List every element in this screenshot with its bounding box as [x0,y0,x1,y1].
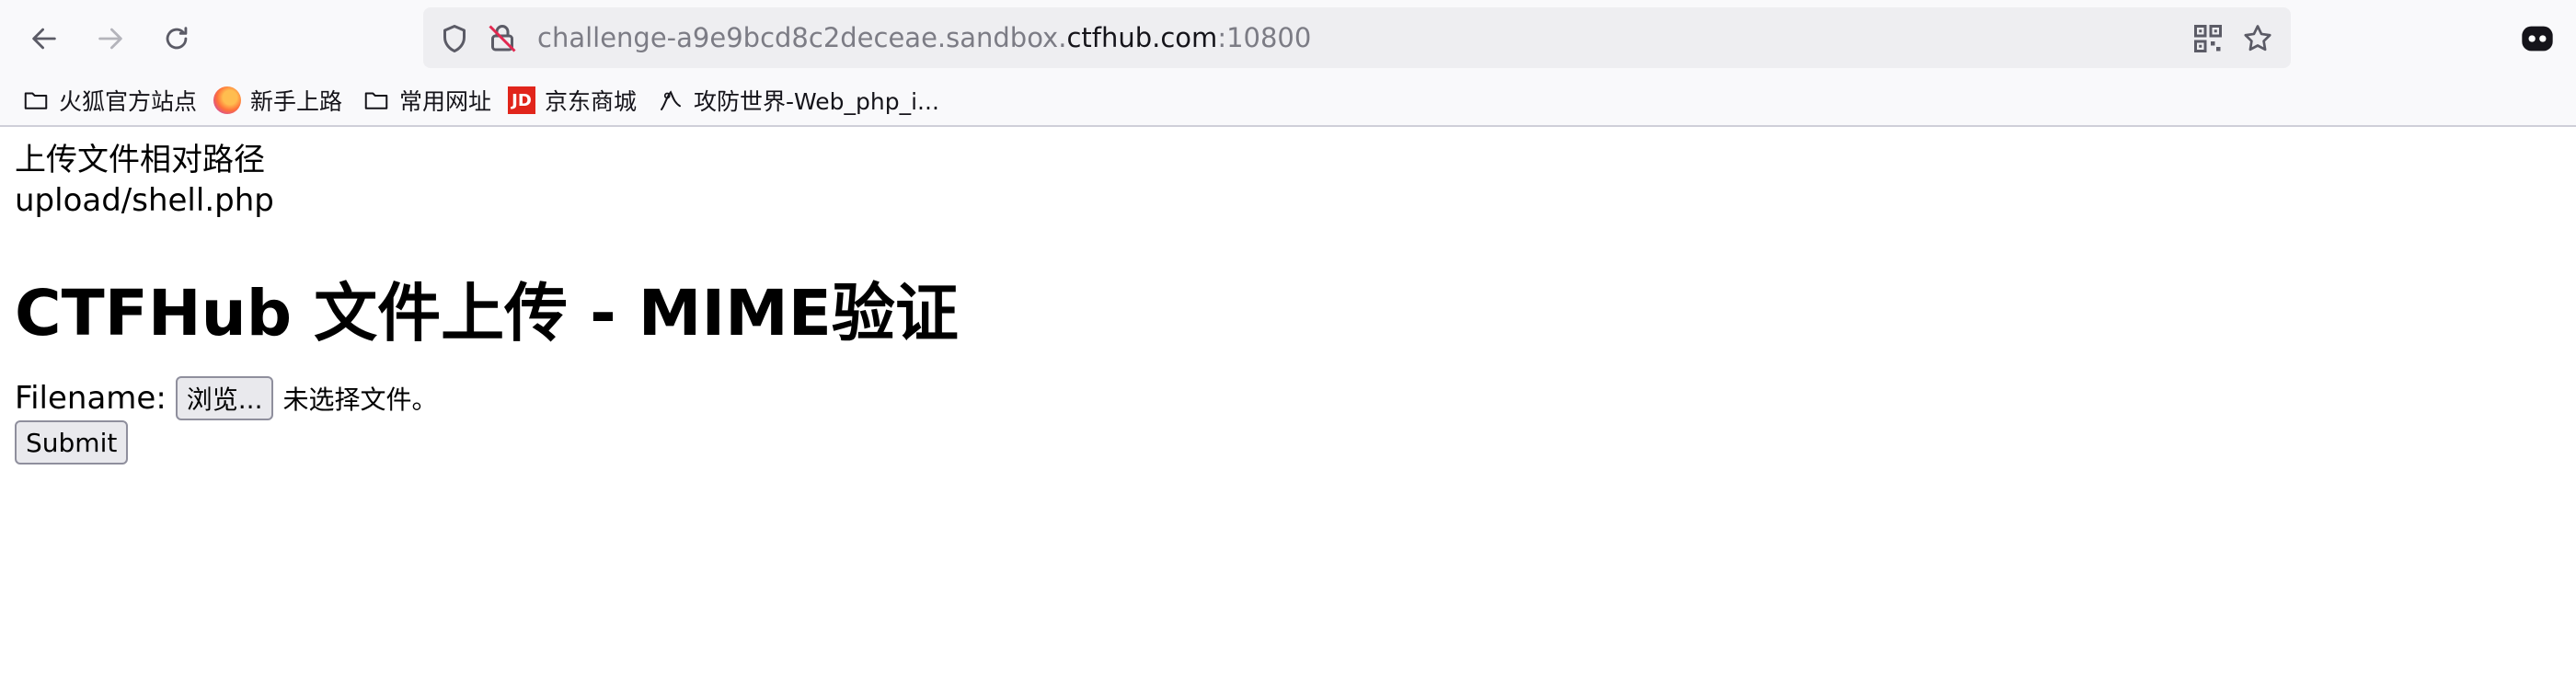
forward-button[interactable] [88,17,132,61]
arrow-right-icon [98,28,122,50]
path-value: upload/shell.php [15,182,274,219]
folder-icon [22,86,50,114]
bookmarks-bar: 火狐官方站点 新手上路 常用网址 JD 京东商城 攻防世界-Web_php_i.… [0,75,2576,127]
bookmark-jd[interactable]: JD 京东商城 [508,75,637,125]
folder-icon [362,86,390,114]
insecure-lock-icon[interactable] [486,22,519,55]
bookmark-folder-common[interactable]: 常用网址 [362,75,491,125]
url-prefix: challenge-a9e9bcd8c2deceae.sandbox. [537,22,1067,53]
bookmark-label: 新手上路 [250,88,343,115]
firefox-icon [213,86,241,114]
bookmark-adworld[interactable]: 攻防世界-Web_php_i... [657,75,939,125]
bookmark-label: 火狐官方站点 [59,88,198,115]
bookmark-icon [657,86,684,114]
reload-button[interactable] [155,17,199,61]
upload-form-row: Filename: 浏览... 未选择文件。 [15,376,438,420]
bookmark-label: 攻防世界-Web_php_i... [694,88,939,115]
arrow-left-icon [32,28,56,50]
reload-icon [166,27,188,50]
page-title: CTFHub 文件上传 - MIME验证 [15,277,959,350]
star-icon[interactable] [2241,22,2274,55]
page-content: 上传文件相对路径 upload/shell.php CTFHub 文件上传 - … [15,140,959,465]
url-host: ctfhub.com [1066,22,1218,53]
url-port: :10800 [1217,22,1312,53]
bookmark-label: 常用网址 [399,88,492,115]
filename-label: Filename: [15,380,167,417]
submit-button[interactable]: Submit [15,420,129,465]
path-label: 上传文件相对路径 [15,142,265,178]
browser-toolbar: challenge-a9e9bcd8c2deceae.sandbox.ctfhu… [0,0,2576,75]
no-file-text: 未选择文件。 [282,384,438,415]
jd-icon: JD [508,86,535,114]
back-button[interactable] [22,17,66,61]
bookmark-getting-started[interactable]: 新手上路 [213,75,342,125]
shield-icon[interactable] [438,22,471,55]
bookmark-label: 京东商城 [545,88,638,115]
address-bar[interactable]: challenge-a9e9bcd8c2deceae.sandbox.ctfhu… [423,7,2291,68]
url-text[interactable]: challenge-a9e9bcd8c2deceae.sandbox.ctfhu… [537,7,1311,68]
qr-code-icon[interactable] [2191,22,2225,55]
bookmark-folder-firefox[interactable]: 火狐官方站点 [22,75,197,125]
browse-button[interactable]: 浏览... [175,376,274,420]
extension-icon[interactable] [2519,20,2556,57]
